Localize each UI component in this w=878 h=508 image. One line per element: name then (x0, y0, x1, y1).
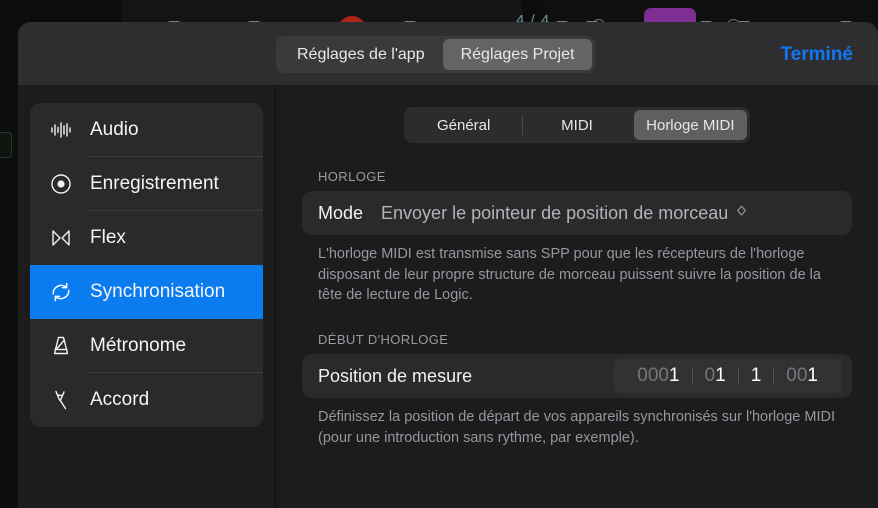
mode-label: Mode (318, 202, 364, 223)
sidebar-item-label: Flex (90, 227, 126, 248)
settings-sidebar: Audio Enregistrement Flex Synchronisatio… (18, 85, 276, 508)
done-button[interactable]: Terminé (780, 44, 853, 66)
bar-number-segment[interactable]: 000 1 (625, 365, 691, 387)
division-number-segment[interactable]: 1 (739, 365, 774, 387)
tab-general[interactable]: Général (407, 110, 520, 140)
sidebar-item-label: Audio (90, 119, 139, 140)
sync-icon (48, 279, 74, 305)
settings-content: Général MIDI Horloge MIDI HORLOGE Mode E… (276, 85, 878, 508)
beat-number-segment[interactable]: 01 (693, 365, 738, 387)
divider (522, 115, 523, 135)
tab-app-settings[interactable]: Réglages de l'app (279, 39, 443, 70)
flex-icon (48, 225, 74, 251)
waveform-icon (48, 117, 74, 143)
sidebar-item-tuning[interactable]: Accord (30, 373, 263, 427)
division-value: 1 (750, 365, 762, 387)
bar-position-row[interactable]: Position de mesure 000 1 01 1 00 1 (302, 354, 852, 399)
bar-leading-zeros: 000 (637, 365, 669, 387)
project-settings-dialog: Réglages de l'app Réglages Projet Termin… (18, 22, 878, 508)
settings-scope-segmented-control[interactable]: Réglages de l'app Réglages Projet (276, 36, 596, 73)
section-header-clock-start: DÉBUT D'HORLOGE (318, 332, 449, 348)
bar-value: 1 (668, 365, 680, 387)
clock-description: L'horloge MIDI est transmise sans SPP po… (318, 246, 821, 304)
tuning-fork-icon (48, 387, 74, 413)
ticks-number-segment[interactable]: 00 1 (774, 365, 830, 387)
ticks-leading-zeros: 00 (786, 365, 808, 387)
sidebar-item-label: Enregistrement (90, 173, 219, 194)
beat-value: 1 (715, 365, 726, 387)
ticks-value: 1 (807, 365, 818, 387)
sidebar-item-synchronisation[interactable]: Synchronisation (30, 265, 263, 319)
dialog-body: Audio Enregistrement Flex Synchronisatio… (18, 85, 878, 508)
sidebar-item-label: Métronome (90, 335, 187, 356)
sidebar-edge-chip (0, 132, 12, 158)
tab-project-settings[interactable]: Réglages Projet (442, 39, 593, 70)
section-header-clock: HORLOGE (318, 169, 386, 184)
mode-row[interactable]: Mode Envoyer le pointeur de position de … (302, 191, 852, 235)
record-icon (48, 171, 74, 197)
chevron-updown-icon[interactable] (736, 204, 747, 223)
sidebar-item-label: Accord (90, 389, 150, 410)
sidebar-item-label: Synchronisation (90, 281, 226, 302)
screen: 4 / 4 Réglages de l'app Réglages Projet … (0, 0, 878, 508)
sidebar-item-audio[interactable]: Audio (30, 103, 263, 157)
mode-popup-value[interactable]: Envoyer le pointeur de position de morce… (381, 203, 728, 224)
sync-subtabs-segmented-control[interactable]: Général MIDI Horloge MIDI (404, 107, 750, 143)
metronome-icon (48, 333, 74, 359)
clock-start-description: Définissez la position de départ de vos … (318, 409, 835, 446)
sidebar-item-flex[interactable]: Flex (30, 211, 263, 265)
dialog-titlebar: Réglages de l'app Réglages Projet Termin… (18, 22, 878, 85)
sidebar-item-recording[interactable]: Enregistrement (30, 157, 263, 211)
beat-leading-zeros: 0 (704, 365, 716, 387)
sidebar-item-metronome[interactable]: Métronome (30, 319, 263, 373)
sidebar-list: Audio Enregistrement Flex Synchronisatio… (30, 103, 263, 427)
bar-position-field[interactable]: 000 1 01 1 00 1 (613, 359, 842, 394)
tab-midi[interactable]: MIDI (520, 110, 633, 140)
bar-position-label: Position de mesure (318, 365, 473, 386)
tab-midi-clock[interactable]: Horloge MIDI (633, 110, 747, 140)
